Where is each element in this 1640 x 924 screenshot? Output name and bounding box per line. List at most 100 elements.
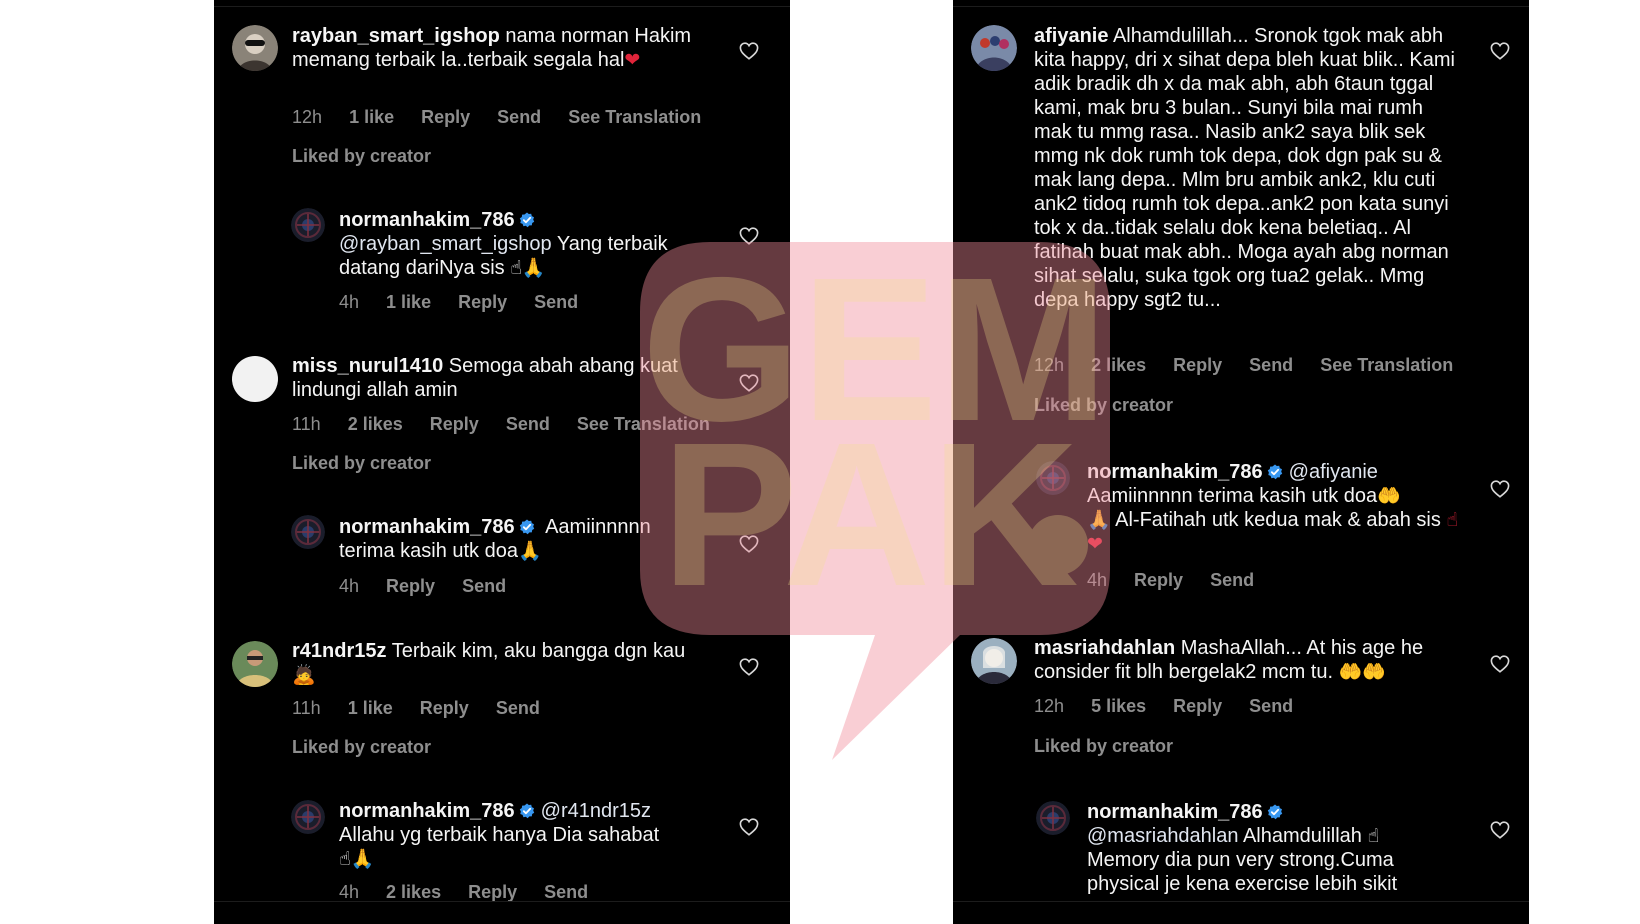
emoji: 🙏 [1087,509,1111,531]
comment-meta: 12h 2 likes Reply Send See Translation [1034,355,1475,376]
red-heart-emoji: ❤ [624,49,641,71]
avatar[interactable] [971,25,1017,71]
verified-badge-icon [519,803,535,819]
avatar[interactable] [291,515,325,549]
like-heart-icon[interactable] [1490,655,1510,673]
username-link[interactable]: normanhakim_786 [339,800,515,822]
comment-body: r41ndr15z Terbaik kim, aku bangga dgn ka… [292,639,692,687]
timestamp: 4h [339,882,360,902]
send-button[interactable]: Send [1249,355,1293,375]
like-heart-icon[interactable] [739,374,759,392]
reply-button[interactable]: Reply [386,576,435,596]
timestamp: 4h [339,292,360,312]
see-translation-link[interactable]: See Translation [577,414,710,434]
username-link[interactable]: afiyanie [1034,25,1108,47]
avatar[interactable] [232,641,278,687]
liked-by-creator: Liked by creator [292,453,432,473]
avatar[interactable] [291,800,325,834]
verified-badge-icon [1267,464,1283,480]
mention-link[interactable]: @masriahdahlan [1087,825,1239,847]
timestamp: 12h [1034,696,1065,716]
comment-text: Alhamdulillah... Sronok tgok mak abh kit… [1034,25,1455,311]
timestamp: 4h [339,576,360,596]
send-button[interactable]: Send [497,107,541,127]
likes-count[interactable]: 5 likes [1091,696,1146,716]
comment-body: normanhakim_786 Aamiinnnnn terima kasih … [339,515,699,563]
liked-by-creator: Liked by creator [292,737,432,757]
reply-button[interactable]: Reply [458,292,507,312]
timestamp: 11h [292,414,321,434]
like-heart-icon[interactable] [739,535,759,553]
avatar[interactable] [232,356,278,402]
avatar[interactable] [1036,461,1070,495]
like-heart-icon[interactable] [1490,480,1510,498]
comment-body: afiyanie Alhamdulillah... Sronok tgok ma… [1034,24,1459,312]
send-button[interactable]: Send [1210,570,1254,590]
avatar[interactable] [1036,801,1070,835]
username-link[interactable]: miss_nurul1410 [292,355,443,377]
send-button[interactable]: Send [462,576,506,596]
mention-link[interactable]: @afiyanie [1289,461,1378,483]
send-button[interactable]: Send [534,292,578,312]
emoji: 🙏 [517,540,542,562]
reply-button[interactable]: Reply [1134,570,1183,590]
see-translation-link[interactable]: See Translation [568,107,701,127]
likes-count[interactable]: 1 like [348,698,393,718]
liked-by-creator: Liked by creator [1034,395,1174,415]
mention-link[interactable]: @rayban_smart_igshop [339,233,552,255]
comment-body: masriahdahlan MashaAllah... At his age h… [1034,636,1464,684]
emoji: 🙇 [292,664,316,686]
likes-count[interactable]: 2 likes [386,882,441,902]
emoji: ☝ [1367,825,1380,847]
username-link[interactable]: rayban_smart_igshop [292,25,500,47]
reply-button[interactable]: Reply [420,698,469,718]
divider [214,6,790,7]
username-link[interactable]: r41ndr15z [292,640,387,662]
mention-link[interactable]: @r41ndr15z [541,800,651,822]
like-heart-icon[interactable] [739,42,759,60]
reply-button[interactable]: Reply [1173,355,1222,375]
avatar[interactable] [291,208,325,242]
comment-text: Aamiinnnnn terima kasih utk doa [1087,485,1378,507]
comment-text: Memory dia pun very strong.Cuma physical… [1087,849,1398,895]
username-link[interactable]: masriahdahlan [1034,637,1175,659]
likes-count[interactable]: 2 likes [1091,355,1146,375]
comment-body: rayban_smart_igshop nama norman Hakim me… [292,24,692,72]
username-link[interactable]: normanhakim_786 [339,209,515,231]
comment-body: miss_nurul1410 Semoga abah abang kuat li… [292,354,702,402]
comment-meta: 4h 1 like Reply Send [339,292,600,313]
reply-button[interactable]: Reply [421,107,470,127]
like-heart-icon[interactable] [739,818,759,836]
username-link[interactable]: normanhakim_786 [1087,801,1263,823]
username-link[interactable]: normanhakim_786 [1087,461,1263,483]
verified-badge-icon [519,212,535,228]
like-heart-icon[interactable] [739,658,759,676]
avatar[interactable] [971,638,1017,684]
see-translation-link[interactable]: See Translation [1320,355,1453,375]
comment-text: Al-Fatihah utk kedua mak & abah sis [1115,509,1441,531]
comment-text: Allahu yg terbaik hanya Dia sahabat [339,824,660,846]
reply-button[interactable]: Reply [468,882,517,902]
comment-text: Terbaik kim, aku bangga dgn kau [391,640,686,662]
comment-body: normanhakim_786 @masriahdahlan Alhamduli… [1087,800,1447,896]
divider [953,6,1529,7]
like-heart-icon[interactable] [739,227,759,245]
timestamp: 12h [292,107,323,127]
emoji: ☝🙏 [510,257,546,279]
reply-button[interactable]: Reply [430,414,479,434]
send-button[interactable]: Send [544,882,588,902]
username-link[interactable]: normanhakim_786 [339,516,515,538]
send-button[interactable]: Send [496,698,540,718]
send-button[interactable]: Send [1249,696,1293,716]
reply-button[interactable]: Reply [1173,696,1222,716]
likes-count[interactable]: 1 like [386,292,431,312]
comment-meta: 12h 1 like Reply Send See Translation [292,107,723,128]
likes-count[interactable]: 1 like [349,107,394,127]
comment-meta: 12h 5 likes Reply Send [1034,696,1315,717]
avatar[interactable] [232,25,278,71]
send-button[interactable]: Send [506,414,550,434]
likes-count[interactable]: 2 likes [348,414,403,434]
like-heart-icon[interactable] [1490,42,1510,60]
like-heart-icon[interactable] [1490,821,1510,839]
comment-body: normanhakim_786 @r41ndr15z Allahu yg terb… [339,799,699,871]
